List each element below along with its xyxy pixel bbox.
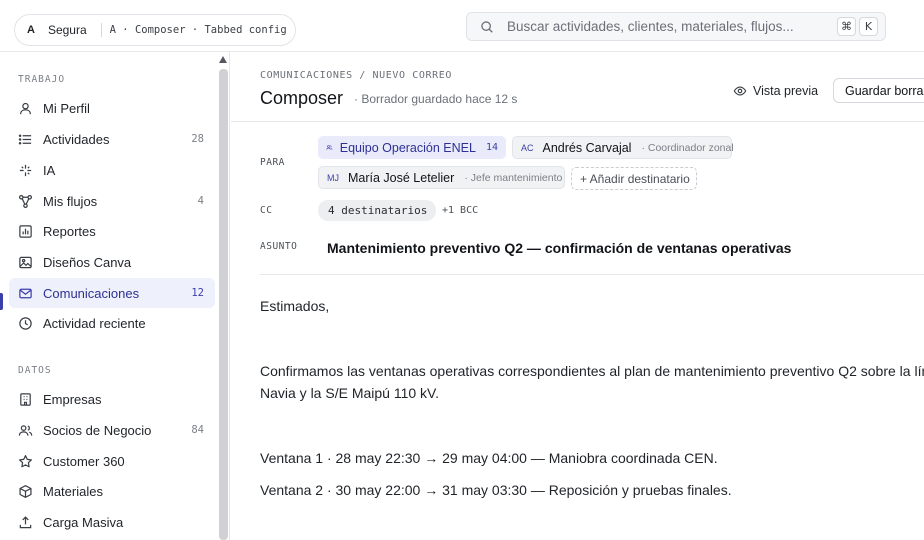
workspace-path: A · Composer · Tabbed config [109, 24, 287, 36]
scroll-up-arrow-icon[interactable] [219, 56, 227, 63]
group-icon [326, 145, 333, 150]
box-icon [19, 484, 32, 498]
section-label-datos: DATOS [18, 365, 52, 376]
workflow-icon [18, 194, 33, 208]
recipient-chip[interactable]: MJ María José Letelier · Jefe mantenimie… [318, 166, 565, 189]
search-input[interactable] [507, 19, 827, 34]
sidebar-item-label: Empresas [43, 391, 102, 407]
sidebar-item-reportes[interactable]: Reportes [9, 216, 215, 246]
global-search[interactable]: ⌘ K [466, 12, 886, 41]
user-icon [20, 102, 31, 114]
recipient-group-chip[interactable]: Equipo Operación ENEL 14 [318, 136, 506, 159]
sidebar-item-label: Socios de Negocio [43, 422, 152, 438]
sidebar-item-label: Carga Masiva [43, 514, 124, 530]
breadcrumb: COMUNICACIONES / NUEVO CORREO [260, 70, 452, 81]
search-icon [481, 20, 493, 33]
sidebar-item-carga-masiva[interactable]: Carga Masiva [9, 507, 215, 537]
sidebar-scrollbar[interactable] [219, 52, 228, 540]
recipient-group-name: Equipo Operación ENEL [339, 140, 476, 155]
star-icon [19, 454, 32, 467]
sidebar-item-count: 12 [191, 287, 204, 299]
sidebar-item-actividades[interactable]: Actividades 28 [9, 124, 215, 154]
add-recipient-button[interactable]: + Añadir destinatario [571, 167, 697, 190]
sidebar-item-label: IA [43, 162, 56, 178]
sidebar-item-label: Mi Perfil [43, 100, 90, 116]
workspace-switcher[interactable]: A Segura A · Composer · Tabbed config [14, 14, 296, 46]
subject-divider [260, 274, 924, 275]
cc-recipients-chip[interactable]: 4 destinatarios [318, 200, 436, 221]
recipient-group-count: 14 [485, 142, 498, 153]
sidebar-item-socios-de-negocio[interactable]: Socios de Negocio 84 [9, 415, 215, 445]
scroll-thumb[interactable] [219, 69, 228, 540]
sidebar-item-comunicaciones[interactable]: Comunicaciones 12 [9, 278, 215, 308]
users-icon [18, 424, 33, 436]
workspace-name: Segura [47, 23, 87, 37]
sidebar-item-mi-perfil[interactable]: Mi Perfil [9, 93, 215, 123]
recipient-name: María José Letelier [348, 170, 455, 185]
sidebar-item-mis-flujos[interactable]: Mis flujos 4 [9, 186, 215, 216]
cc-label: CC [260, 205, 273, 216]
sidebar-item-count: 4 [197, 195, 204, 207]
sparkle-icon [19, 164, 32, 176]
recipient-name: Andrés Carvajal [542, 140, 632, 155]
recipient-chip[interactable]: AC Andrés Carvajal · Coordinador zonal [512, 136, 734, 159]
header-divider [231, 121, 924, 122]
sidebar-item-count: 84 [191, 424, 204, 436]
subject-input[interactable]: Mantenimiento preventivo Q2 — confirmaci… [327, 240, 791, 256]
sidebar-item-label: Materiales [43, 483, 103, 499]
sidebar-item-materiales[interactable]: Materiales [9, 476, 215, 506]
sidebar-item-disenos-canva[interactable]: Diseños Canva [9, 247, 215, 277]
active-indicator [0, 293, 3, 310]
building-icon [20, 392, 31, 406]
save-status: · Borrador guardado hace 12 s [354, 92, 518, 106]
sidebar-item-label: Reportes [43, 223, 96, 239]
shortcut-k-key: K [859, 17, 878, 36]
save-draft-button[interactable]: Guardar borrador [833, 78, 924, 103]
preview-button[interactable]: Vista previa [733, 80, 818, 102]
workspace-badge: A [27, 24, 35, 36]
recipient-initials: AC [521, 142, 534, 153]
sidebar-item-actividad-reciente[interactable]: Actividad reciente [9, 308, 215, 338]
sidebar-item-empresas[interactable]: Empresas [9, 384, 215, 414]
sidebar-item-label: Customer 360 [43, 453, 125, 469]
sidebar-item-label: Actividad reciente [43, 315, 146, 331]
top-bar: A Segura A · Composer · Tabbed config ⌘ … [0, 0, 924, 52]
body-greeting[interactable]: Estimados, [260, 298, 329, 314]
page-title: Composer [260, 88, 344, 108]
recipient-initials: MJ [327, 172, 339, 183]
sidebar-item-label: Mis flujos [43, 193, 98, 209]
sidebar-item-label: Actividades [43, 131, 110, 147]
sidebar-item-label: Comunicaciones [43, 285, 140, 301]
preview-button-label: Vista previa [753, 84, 819, 98]
body-paragraph-line[interactable]: Navia y la S/E Maipú 110 kV. [260, 385, 439, 401]
chart-icon [19, 224, 32, 238]
clock-icon [19, 316, 32, 330]
list-icon [18, 133, 32, 145]
recipient-role: · Jefe mantenimiento [464, 171, 563, 184]
recipient-role: · Coordinador zonal [641, 141, 734, 154]
image-icon [19, 256, 32, 268]
body-window-2[interactable]: Ventana 2 · 30 may 22:00 → 31 may 03:30 … [260, 482, 732, 498]
sidebar-item-label: Diseños Canva [43, 254, 132, 270]
composer: COMUNICACIONES / NUEVO CORREO Composer ·… [231, 52, 924, 540]
sidebar-item-customer-360[interactable]: Customer 360 [9, 446, 215, 476]
eye-icon [733, 86, 747, 96]
upload-icon [19, 515, 32, 528]
bcc-toggle[interactable]: +1 BCC [442, 205, 478, 216]
sidebar: TRABAJO Mi Perfil Actividades 28 IA Mis … [0, 52, 230, 540]
body-paragraph-line[interactable]: Confirmamos las ventanas operativas corr… [260, 363, 924, 379]
mail-icon [19, 288, 32, 298]
section-label-trabajo: TRABAJO [18, 74, 66, 85]
subject-label: ASUNTO [260, 241, 298, 252]
shortcut-mod-key: ⌘ [837, 17, 856, 36]
body-window-1[interactable]: Ventana 1 · 28 may 22:30 → 29 may 04:00 … [260, 450, 718, 466]
sidebar-item-ia[interactable]: IA [9, 155, 215, 185]
to-label: PARA [260, 157, 285, 168]
sidebar-item-count: 28 [191, 133, 204, 145]
workspace-divider [100, 23, 102, 37]
